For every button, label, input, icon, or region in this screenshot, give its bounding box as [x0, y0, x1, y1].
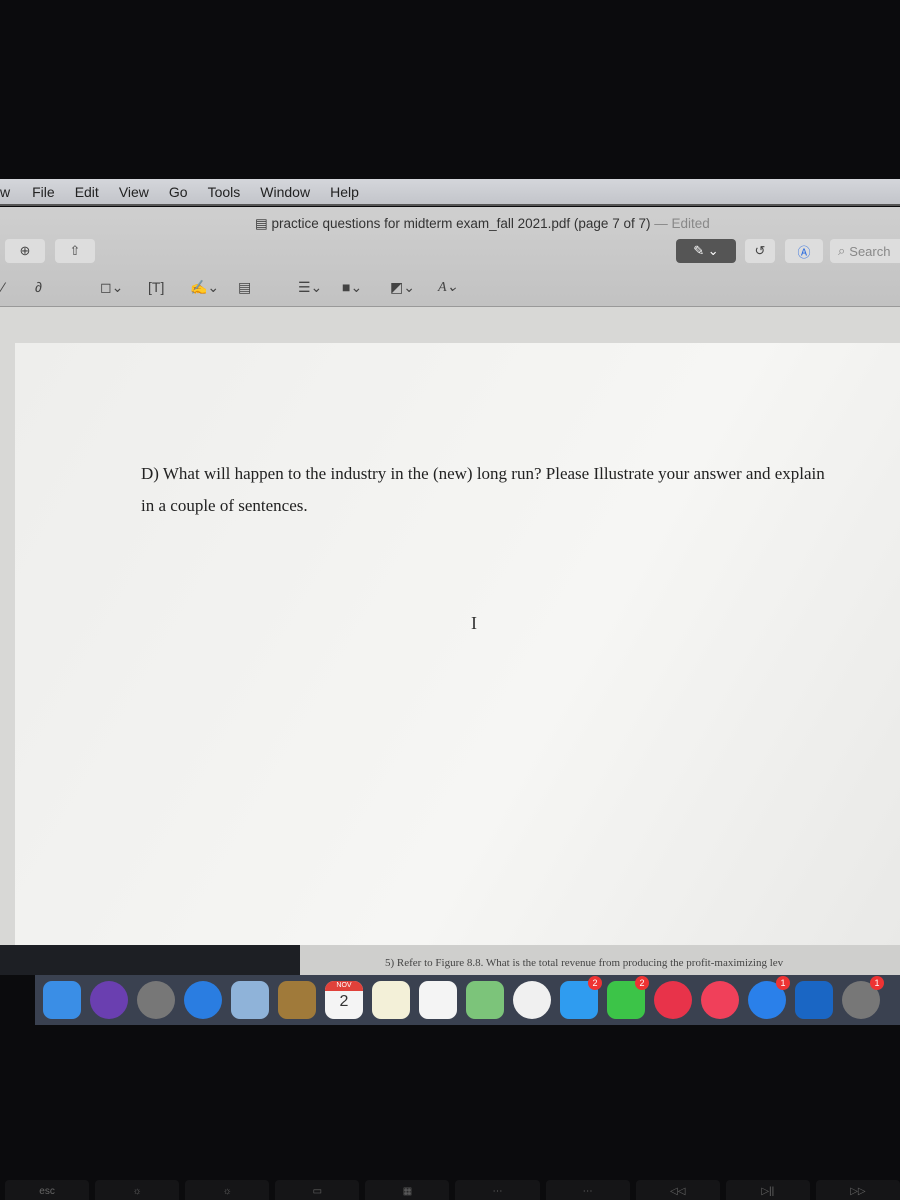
calendar-icon[interactable]: NOV 2 [325, 981, 363, 1019]
key[interactable]: ▭ [275, 1180, 360, 1200]
outlook-icon[interactable] [795, 981, 833, 1019]
share-icon[interactable]: ⇧ [55, 239, 95, 263]
notebook-icon[interactable] [278, 981, 316, 1019]
shapes-icon[interactable]: ◻⌄ [100, 279, 123, 296]
menu-item[interactable]: View [119, 184, 149, 200]
facetime-icon[interactable]: 2 [607, 976, 649, 1019]
key[interactable]: ☼ [95, 1180, 180, 1200]
menu-bar: w File Edit View Go Tools Window Help [0, 179, 900, 206]
markup-toolbar-icon[interactable]: Ⓐ [785, 239, 823, 263]
fill-color-icon[interactable]: ◩⌄ [390, 279, 415, 296]
question-text: D) What will happen to the industry in t… [141, 464, 825, 515]
menu-item[interactable]: Tools [208, 184, 241, 200]
markup-pen-button[interactable]: ✎ ⌄ [676, 239, 736, 263]
menu-item[interactable]: Window [260, 184, 310, 200]
maps-icon[interactable] [466, 981, 504, 1019]
document-area: D) What will happen to the industry in t… [0, 307, 900, 947]
text-icon[interactable]: [T] [148, 279, 164, 295]
notification-badge: 1 [870, 976, 884, 990]
shape-style-icon[interactable]: ☰⌄ [298, 279, 322, 296]
preview-toolbar: ▤ practice questions for midterm exam_fa… [0, 207, 900, 307]
pdf-page: D) What will happen to the industry in t… [15, 343, 900, 947]
safari-icon[interactable] [184, 981, 222, 1019]
key[interactable]: ⋯ [545, 1180, 630, 1200]
menu-item[interactable]: File [32, 184, 55, 200]
sketch-icon[interactable]: ⁄ [2, 279, 4, 295]
next-page-preview: 5) Refer to Figure 8.8. What is the tota… [300, 945, 900, 975]
notification-badge: 2 [635, 976, 649, 990]
touch-bar-keys: esc ☼ ☼ ▭ ▦ ⋯ ⋯ ◁◁ ▷|| ▷▷ [0, 1180, 900, 1200]
launchpad-icon[interactable] [137, 981, 175, 1019]
text-cursor-icon: I [471, 613, 477, 633]
news-icon[interactable] [654, 981, 692, 1019]
notification-badge: 2 [588, 976, 602, 990]
window-title: ▤ practice questions for midterm exam_fa… [255, 216, 710, 231]
border-color-icon[interactable]: ■⌄ [342, 279, 362, 296]
key[interactable]: ◁◁ [635, 1180, 720, 1200]
zoom-in-icon[interactable]: ⊕ [5, 239, 45, 263]
menu-item[interactable]: Help [330, 184, 359, 200]
sign-icon[interactable]: ✍⌄ [190, 279, 219, 296]
key[interactable]: ☼ [185, 1180, 270, 1200]
key[interactable]: ▷|| [725, 1180, 810, 1200]
finder-icon[interactable] [43, 981, 81, 1019]
menu-item[interactable]: Go [169, 184, 188, 200]
search-input[interactable]: ⌕ Search [830, 239, 900, 263]
background-window [0, 945, 300, 975]
siri-icon[interactable] [90, 981, 128, 1019]
title-text: practice questions for midterm exam_fall… [271, 216, 651, 231]
reminders-icon[interactable] [419, 981, 457, 1019]
text-style-icon[interactable]: A⌄ [438, 279, 458, 296]
menu-item[interactable]: Edit [75, 184, 99, 200]
calendar-month: NOV [325, 981, 363, 991]
messages-icon[interactable]: 2 [560, 976, 602, 1019]
key[interactable]: ▷▷ [815, 1180, 900, 1200]
notes-icon[interactable] [372, 981, 410, 1019]
dock: NOV 2 2 2 1 1 [35, 975, 900, 1025]
key[interactable]: ⋯ [455, 1180, 540, 1200]
rotate-icon[interactable]: ↺ [745, 239, 775, 263]
menu-item[interactable]: w [0, 184, 10, 200]
next-question-text: 5) Refer to Figure 8.8. What is the tota… [385, 957, 784, 969]
key[interactable]: esc [5, 1180, 90, 1200]
key[interactable]: ▦ [365, 1180, 450, 1200]
photos-icon[interactable] [513, 981, 551, 1019]
app-store-icon[interactable]: 1 [748, 976, 790, 1019]
system-preferences-icon[interactable]: 1 [842, 976, 884, 1019]
edited-label: — Edited [654, 216, 710, 231]
preview-icon[interactable] [231, 981, 269, 1019]
notification-badge: 1 [776, 976, 790, 990]
draw-icon[interactable]: ∂ [35, 279, 42, 295]
note-icon[interactable]: ▤ [238, 279, 251, 296]
markup-tools: ⁄ ∂ ◻⌄ [T] ✍⌄ ▤ ☰⌄ ■⌄ ◩⌄ A⌄ [0, 277, 900, 301]
search-placeholder: Search [849, 243, 891, 259]
music-icon[interactable] [701, 981, 739, 1019]
